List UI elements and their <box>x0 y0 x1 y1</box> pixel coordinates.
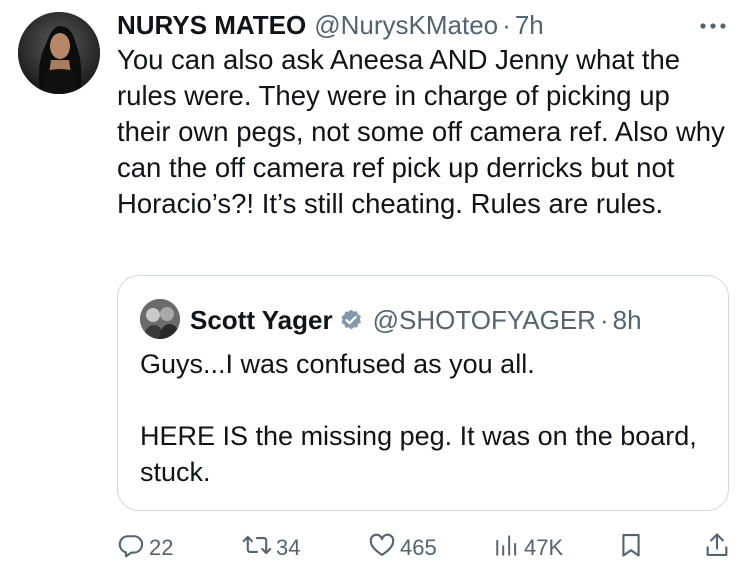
share-icon <box>703 531 731 565</box>
reply-count: 22 <box>149 535 174 560</box>
more-horizontal-icon[interactable] <box>693 14 733 38</box>
retweet-icon <box>242 531 272 565</box>
tweet-timestamp[interactable]: 7h <box>515 10 544 41</box>
quoted-paragraph: Guys...I was confused as you all. <box>140 349 535 379</box>
quoted-paragraph: HERE IS the missing peg. It was on the b… <box>140 421 697 487</box>
reply-button[interactable]: 22 <box>117 528 173 568</box>
share-button[interactable] <box>703 528 731 568</box>
bookmark-icon <box>617 531 645 565</box>
author-display-name[interactable]: NURYS MATEO <box>117 10 306 41</box>
quoted-header: Scott Yager @SHOTOFYAGER · 8h <box>190 300 642 340</box>
quoted-separator: · <box>599 304 609 335</box>
header-separator: · <box>502 9 511 40</box>
verified-badge-icon <box>339 308 363 332</box>
action-bar: 22 34 465 47K <box>0 528 750 568</box>
like-button[interactable]: 465 <box>368 528 437 568</box>
author-handle[interactable]: @NurysKMateo <box>314 10 498 41</box>
quoted-display-name[interactable]: Scott Yager <box>190 305 333 336</box>
quoted-tweet[interactable]: Scott Yager @SHOTOFYAGER · 8h Guys...I w… <box>117 275 729 511</box>
quoted-author-avatar[interactable] <box>140 299 180 339</box>
author-avatar[interactable] <box>18 12 100 94</box>
views-button[interactable]: 47K <box>494 528 563 568</box>
views-icon <box>494 531 520 565</box>
retweet-button[interactable]: 34 <box>242 528 300 568</box>
view-count: 47K <box>524 535 564 560</box>
tweet-text: You can also ask Aneesa AND Jenny what t… <box>117 44 725 219</box>
quoted-timestamp[interactable]: 8h <box>613 305 642 336</box>
tweet[interactable]: NURYS MATEO @NurysKMateo · 7h You can al… <box>0 0 750 576</box>
bookmark-button[interactable] <box>617 528 645 568</box>
retweet-count: 34 <box>276 535 301 560</box>
like-count: 465 <box>400 535 437 560</box>
like-icon <box>368 531 396 565</box>
quoted-text: Guys...I was confused as you all. HERE I… <box>140 346 710 490</box>
reply-icon <box>117 531 145 565</box>
tweet-header: NURYS MATEO @NurysKMateo · 7h <box>117 8 544 42</box>
quoted-handle[interactable]: @SHOTOFYAGER <box>373 305 596 336</box>
